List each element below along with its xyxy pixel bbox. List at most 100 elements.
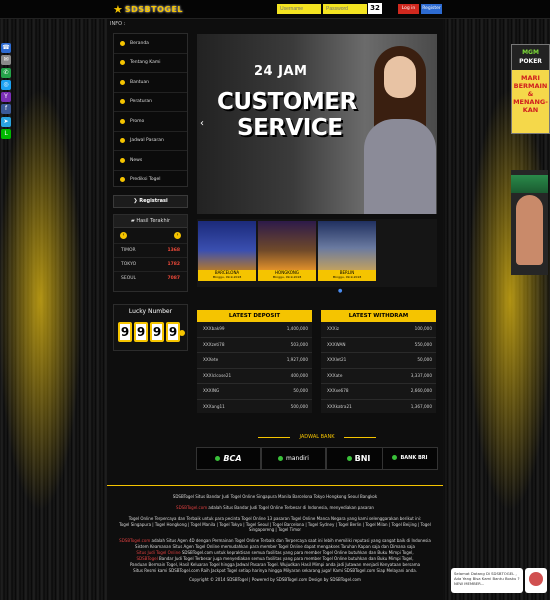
- city-thumbnails: BARCELONA Minggu, 09-9-2018 HONGKONG Mingg…: [197, 219, 437, 287]
- username-input[interactable]: [277, 4, 321, 14]
- lucky-digit: 9: [134, 322, 148, 342]
- wechat-icon[interactable]: ◎: [1, 79, 11, 90]
- thumb-barcelona[interactable]: BARCELONA Minggu, 09-9-2018: [198, 221, 256, 281]
- menu-item-prediksi[interactable]: Prediksi Togel: [114, 171, 187, 190]
- footer-paragraph: Panduan Bermain Togel, Hasil Keluaran To…: [129, 562, 421, 567]
- bank-status-icon: [278, 456, 284, 461]
- right-ad-banner-2[interactable]: [511, 170, 548, 275]
- bank-bri: BANK BRI: [382, 447, 438, 470]
- lucky-digit: 9: [166, 322, 180, 342]
- menu-item-beranda[interactable]: Beranda: [114, 34, 187, 54]
- table-row: XXXlet21 50,000: [321, 353, 436, 369]
- rules-icon: [120, 99, 125, 105]
- footer-paragraph: SDSBTogel.com adalah Situs Agen 4D denga…: [119, 538, 431, 543]
- ad-model-photo: [516, 195, 543, 265]
- menu-item-promo[interactable]: Promo: [114, 112, 187, 132]
- chart-icon: [120, 177, 125, 183]
- gift-icon: [120, 118, 125, 124]
- slider-dots[interactable]: ●: [338, 288, 342, 294]
- result-row: SEOUL 7087: [114, 271, 187, 285]
- latest-withdraw-panel: LATEST WITHDRAM XXXiz 100,000 XXXWAN 550,0…: [321, 310, 436, 413]
- deposit-title: LATEST DEPOSIT: [197, 310, 312, 322]
- calendar-icon: [120, 138, 125, 144]
- live-chat-avatar[interactable]: [525, 568, 547, 593]
- bank-mandiri: mandiri: [261, 447, 326, 470]
- hasil-header: ▰ Hasil Terakhir: [114, 215, 187, 228]
- prev-arrow-icon[interactable]: ‹: [120, 232, 127, 239]
- hongkong-image: [258, 221, 316, 270]
- footer-copyright: Copyright © 2014 SDSBTogel | Powered by …: [189, 577, 361, 582]
- logo-text: SDSBTOGEL: [124, 4, 184, 14]
- table-row: XXXzeti78 503,000: [197, 338, 312, 353]
- bank-status-icon: [215, 456, 221, 461]
- top-bar: ★ SDSBTOGEL 32 Log in Register: [0, 0, 550, 19]
- menu-item-news[interactable]: News: [114, 151, 187, 171]
- registrasi-button[interactable]: ❯ Registrasi: [113, 195, 188, 208]
- menu-item-peraturan[interactable]: Peraturan: [114, 93, 187, 112]
- ad-text: MARI BERMAIN & MENANG-KAN: [513, 74, 548, 114]
- login-button[interactable]: Log in: [398, 4, 419, 14]
- menu-item-bantuan[interactable]: Bantuan: [114, 73, 187, 93]
- info-icon: [120, 60, 125, 66]
- password-input[interactable]: [323, 4, 367, 14]
- table-row: XXXWAN 550,000: [321, 338, 436, 353]
- menu-item-tentang[interactable]: Tentang Kami: [114, 54, 187, 73]
- result-row: TIMOR 1368: [114, 243, 187, 257]
- banner-prev-icon[interactable]: ‹: [200, 118, 204, 129]
- lucky-title: Lucky Number: [128, 308, 173, 315]
- table-row: XXXxe678 2,660,000: [321, 384, 436, 400]
- banner-line3: SERVICE: [237, 115, 343, 141]
- facebook-icon[interactable]: f: [1, 104, 11, 115]
- next-arrow-icon[interactable]: ›: [174, 232, 181, 239]
- thumb-hongkong[interactable]: HONGKONG Minggu, 09-9-2018: [258, 221, 316, 281]
- footer-divider: [107, 485, 443, 486]
- bank-status-icon: [346, 456, 352, 461]
- divider: [344, 437, 376, 438]
- lucky-digit: 9: [118, 322, 132, 342]
- home-icon: [120, 40, 125, 46]
- telegram-icon[interactable]: ➤: [1, 116, 11, 127]
- footer-paragraph: Situs Resmi kami SDSBTogel.com Raih Jack…: [133, 568, 417, 573]
- yahoo-icon[interactable]: Y: [1, 92, 11, 103]
- main-menu: Beranda Tentang Kami Bantuan Peraturan P…: [113, 33, 188, 187]
- line-icon[interactable]: L: [1, 129, 11, 140]
- bank-status-icon: [392, 455, 398, 460]
- menu-item-jadwal[interactable]: Jadwal Pasaran: [114, 132, 187, 151]
- info-label: INFO :: [110, 21, 126, 27]
- table-row: XXXang11 500,000: [203, 403, 308, 409]
- slot-lever-icon[interactable]: [179, 330, 185, 336]
- site-logo[interactable]: ★ SDSBTOGEL: [113, 2, 183, 16]
- table-row: XXXbak99 1,400,000: [197, 322, 312, 338]
- thumb-berlin[interactable]: BERLIN Minggu, 09-9-2018: [318, 221, 376, 281]
- ad-crown-graphic: [511, 175, 548, 193]
- hero-banner[interactable]: 24 JAM CUSTOMER SERVICE ‹: [197, 34, 437, 214]
- captcha-code: 32: [368, 3, 382, 14]
- help-icon: [120, 79, 125, 85]
- live-chat-bubble[interactable]: Selamat Datang Di SDSBTOGEL , Ada Yang B…: [451, 568, 523, 593]
- latest-deposit-panel: LATEST DEPOSIT XXXbak99 1,400,000 XXXzeti…: [197, 310, 312, 413]
- table-row: XXXete 1,927,000: [197, 353, 312, 369]
- right-ad-banner[interactable]: MGM POKER MARI BERMAIN & MENANG-KAN: [511, 44, 550, 134]
- banner-line1: 24 JAM: [254, 64, 308, 79]
- result-row: TOKYO 1782: [114, 257, 187, 271]
- berlin-image: [318, 221, 376, 270]
- social-sidebar: ☎ ✉ ✆ ◎ Y f ➤ L: [1, 43, 11, 141]
- banner-line2: CUSTOMER: [217, 89, 357, 115]
- table-row: XXXING 50,000: [197, 384, 312, 400]
- register-button[interactable]: Register: [421, 4, 442, 14]
- footer-market-list: Togel Singapura | Togel Hongkong | Togel…: [119, 522, 431, 533]
- table-row: XXXlclcose21 400,000: [197, 369, 312, 384]
- whatsapp-icon[interactable]: ✆: [1, 67, 11, 78]
- footer-paragraph: SDSBTogel Bandar Judi Togel Terbesar jug…: [136, 556, 414, 561]
- agent-avatar-icon: [529, 572, 543, 586]
- hasil-terakhir-panel: ▰ Hasil Terakhir ‹ › TIMOR 1368 TOKYO 1782…: [113, 214, 188, 292]
- withdraw-title: LATEST WITHDRAM: [321, 310, 436, 322]
- phone-icon[interactable]: ☎: [1, 43, 11, 53]
- news-icon: [120, 157, 125, 163]
- jadwal-bank-title: JADWAL BANK: [299, 434, 335, 440]
- table-row: XXXiz 100,000: [321, 322, 436, 338]
- barcelona-image: [198, 221, 256, 270]
- chat-icon[interactable]: ✉: [1, 55, 11, 66]
- footer-paragraph: Situs Judi Togel Online SDSBTogel.com un…: [136, 550, 414, 555]
- footer-headline: SDSBTogel Situs Bandar Judi Togel Online…: [172, 494, 378, 499]
